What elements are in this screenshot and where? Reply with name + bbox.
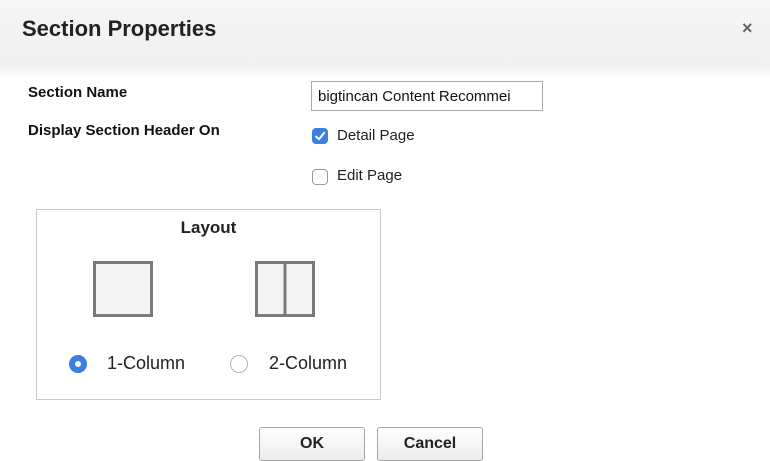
detail-page-checkbox[interactable]: [312, 128, 328, 144]
edit-page-label[interactable]: Edit Page: [337, 167, 402, 184]
layout-panel: Layout 1-Column 2-Column: [36, 209, 381, 400]
edit-page-checkbox[interactable]: [312, 169, 328, 185]
header-divider: [0, 64, 770, 78]
detail-page-label[interactable]: Detail Page: [337, 127, 415, 144]
display-header-label: Display Section Header On: [28, 122, 220, 139]
one-column-layout-icon[interactable]: [93, 261, 153, 317]
section-name-input[interactable]: [311, 81, 543, 111]
layout-title: Layout: [180, 218, 237, 237]
checkmark-icon: [315, 131, 326, 141]
dialog-title: Section Properties: [22, 16, 217, 41]
one-column-radio[interactable]: [69, 355, 87, 373]
section-name-label: Section Name: [28, 84, 128, 101]
cancel-button[interactable]: Cancel: [377, 427, 483, 461]
two-column-radio[interactable]: [230, 355, 248, 373]
one-column-label[interactable]: 1-Column: [107, 353, 185, 374]
close-icon[interactable]: ×: [742, 18, 753, 38]
two-column-label[interactable]: 2-Column: [269, 353, 347, 374]
two-column-layout-icon[interactable]: [255, 261, 315, 317]
ok-button[interactable]: OK: [259, 427, 365, 461]
